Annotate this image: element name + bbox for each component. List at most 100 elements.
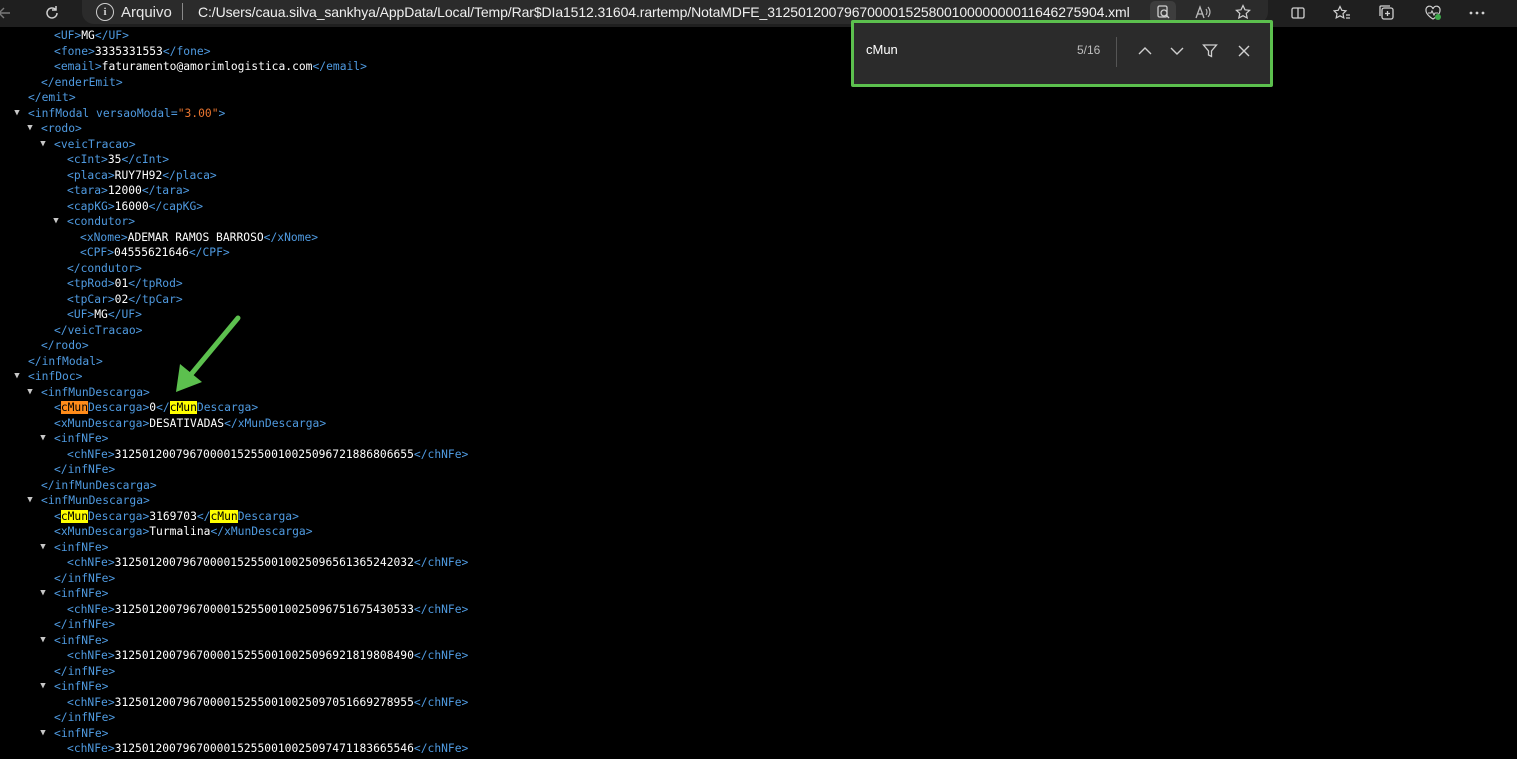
xml-bracket: > [461,695,469,709]
collapse-toggle-icon[interactable]: ▼ [25,121,35,136]
browser-essentials-icon[interactable] [1421,2,1445,24]
xml-bracket: > [196,199,204,213]
xml-bracket: > [107,742,115,755]
collapse-toggle-icon[interactable]: ▼ [38,137,48,152]
xml-bracket: </ [413,447,428,461]
chevron-down-icon[interactable] [1166,39,1188,63]
collapse-toggle-icon[interactable]: ▼ [12,106,22,121]
split-screen-icon[interactable] [1286,2,1310,24]
xml-text-value: faturamento@amorimlogistica.com [101,60,313,73]
xml-bracket: > [107,246,115,259]
xml-tag-name: infDoc [34,370,76,383]
xml-tag-name: UF [108,29,123,42]
site-label: Arquivo [121,4,172,21]
xml-bracket: > [107,292,115,306]
xml-bracket: > [319,416,327,430]
xml-line-content: <infDoc> [28,369,82,384]
xml-bracket: > [101,726,109,740]
xml-bracket: < [54,432,61,445]
collapse-toggle-icon[interactable]: ▼ [51,214,61,229]
collapse-toggle-icon[interactable]: ▼ [38,633,48,648]
close-icon[interactable] [1233,39,1255,63]
collections-icon[interactable] [1375,2,1399,24]
xml-bracket: </ [54,323,68,337]
xml-bracket: < [54,509,61,523]
chevron-up-icon[interactable] [1134,39,1156,63]
xml-bracket: </ [94,29,109,42]
xml-tag-name: chNFe [73,649,108,662]
xml-tag-name: rodo [47,122,76,135]
xml-bracket: > [143,494,150,507]
xml-bracket: > [143,385,150,399]
xml-text-value: 3125012007967000015255001002509672188680… [114,447,414,461]
xml-bracket: </ [210,525,225,538]
xml-tag-name: chNFe [73,556,108,569]
xml-bracket: > [461,556,469,569]
collapse-toggle-icon[interactable]: ▼ [38,431,48,446]
xml-bracket: </ [141,184,156,197]
collapse-toggle-icon[interactable]: ▼ [38,726,48,741]
xml-text-value: 16000 [114,199,149,213]
xml-text-value: MG [81,29,95,42]
xml-text-value: DESATIVADAS [149,416,225,430]
xml-bracket: > [461,447,469,461]
more-icon[interactable] [1465,2,1489,24]
xml-bracket: </ [28,354,42,368]
info-icon[interactable]: i [96,3,114,21]
xml-text-value: 3335331553 [94,44,163,58]
xml-bracket: </ [54,571,68,585]
xml-line-content: <condutor> [67,214,135,229]
xml-line-content: </veicTracao> [54,323,142,338]
xml-tag-name: chNFe [427,602,462,616]
favorites-icon[interactable] [1330,2,1354,24]
collapse-toggle-icon[interactable]: ▼ [38,586,48,601]
url-text[interactable]: C:/Users/caua.silva_sankhya/AppData/Loca… [198,4,1130,20]
xml-bracket: > [128,137,136,151]
collapse-toggle-icon[interactable]: ▼ [38,679,48,694]
xml-tag-name: email [60,60,95,73]
xml-bracket: </ [54,618,68,631]
xml-line-content: </enderEmit> [41,75,123,90]
xml-bracket: > [305,525,313,538]
back-icon[interactable] [0,2,14,24]
xml-line-content: <placa>RUY7H92</placa> [67,168,217,183]
xml-bracket: </ [312,60,327,73]
xml-line-content: <tpRod>01</tpRod> [67,276,183,291]
xml-tag-name: condutor [80,261,136,275]
xml-tag-name: chNFe [427,742,462,755]
xml-tag-name: xMunDescarga [60,525,143,538]
xml-bracket: > [461,602,469,616]
xml-bracket: < [54,60,61,73]
xml-tag-name: infNFe [67,664,109,678]
xml-bracket: </ [54,463,68,476]
xml-bracket: </ [128,277,142,290]
find-separator [1116,37,1117,67]
xml-tag-name: CPF [202,246,223,259]
xml-bracket: < [54,587,61,600]
xml-tag-name: tara [73,184,102,197]
xml-line-content: <chNFe>312501200796700001525500100250970… [67,695,468,710]
xml-line-content: <infNFe> [54,679,108,694]
xml-tag-name: chNFe [73,447,108,461]
xml-tag-name: veicTracao [60,137,129,151]
xml-bracket: < [41,122,48,135]
xml-bracket: < [41,385,48,399]
filter-icon[interactable] [1199,39,1221,63]
xml-line-content: <UF>MG</UF> [54,28,129,43]
xml-tag-name: condutor [73,215,129,228]
xml-bracket: > [107,199,115,213]
xml-bracket: > [94,60,102,73]
xml-tag-name: tara [155,184,183,197]
refresh-icon[interactable] [40,1,64,25]
collapse-toggle-icon[interactable]: ▼ [12,369,22,384]
xml-bracket: </ [54,664,68,678]
xml-tag-name: cInt [135,153,163,166]
collapse-toggle-icon[interactable]: ▼ [25,385,35,400]
xml-bracket: < [67,168,74,182]
collapse-toggle-icon[interactable]: ▼ [25,493,35,508]
find-input[interactable]: cMun [866,42,898,57]
xml-tag-name: email [326,60,361,73]
xml-tag-name: fone [176,44,204,58]
xml-bracket: > [101,153,108,166]
collapse-toggle-icon[interactable]: ▼ [38,540,48,555]
